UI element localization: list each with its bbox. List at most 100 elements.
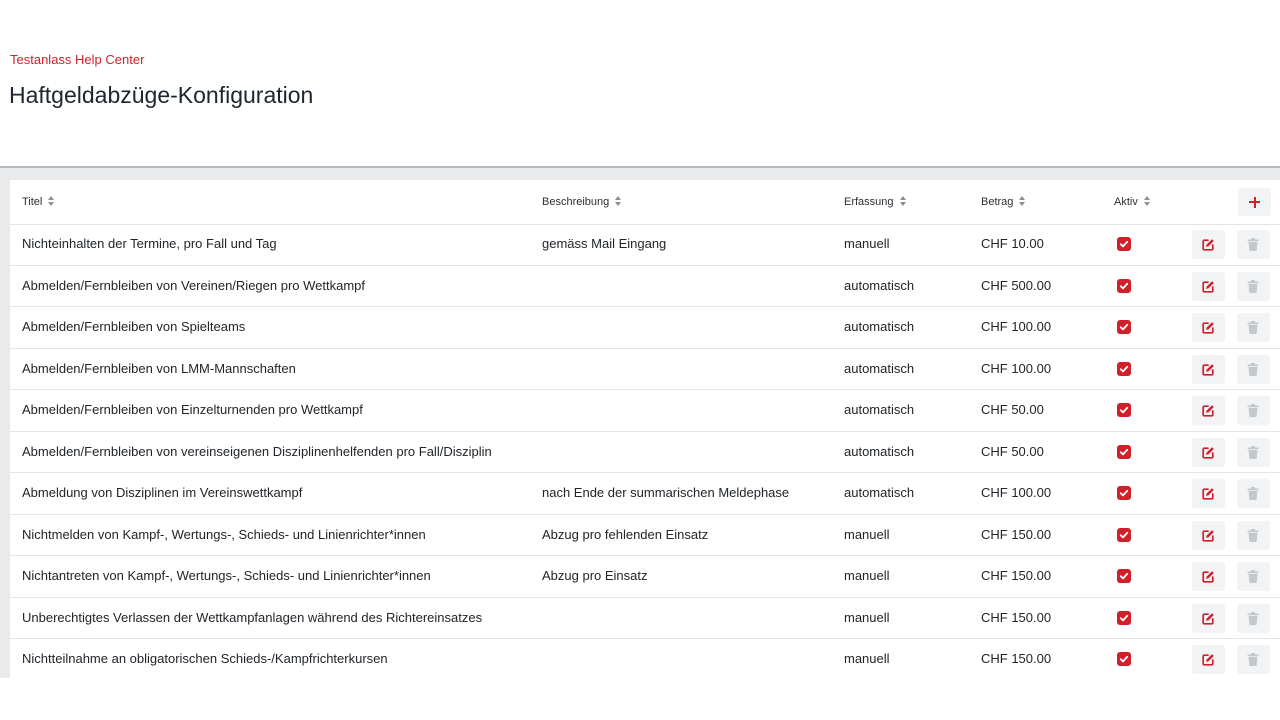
cell-betrag: CHF 150.00 — [981, 609, 1052, 625]
cell-beschreibung: gemäss Mail Eingang — [542, 236, 667, 251]
delete-button[interactable] — [1237, 271, 1270, 301]
content-background-left — [0, 180, 10, 678]
edit-button[interactable] — [1192, 313, 1225, 342]
cell-erfassung: manuell — [844, 568, 890, 583]
delete-button[interactable] — [1237, 230, 1270, 259]
cell-erfassung: automatisch — [844, 402, 915, 417]
sort-icon[interactable] — [899, 196, 907, 206]
column-header-erfassung[interactable]: Erfassung — [844, 180, 907, 224]
page-header: Testanlass Help Center Haftgeldabzüge-Ko… — [0, 0, 1280, 166]
cell-titel: Nichtteilnahme an obligatorischen Schied… — [22, 651, 388, 666]
table-row: Nichtantreten von Kampf-, Wertungs-, Sch… — [10, 556, 1280, 598]
cell-betrag: CHF 100.00 — [981, 319, 1052, 334]
cell-erfassung: automatisch — [844, 485, 915, 500]
cell-erfassung: automatisch — [844, 277, 915, 293]
cell-titel: Abmelden/Fernbleiben von LMM-Mannschafte… — [22, 360, 296, 376]
column-label: Betrag — [981, 196, 1014, 208]
aktiv-checkbox[interactable] — [1117, 320, 1131, 334]
breadcrumb[interactable]: Testanlass Help Center — [10, 52, 144, 67]
cell-erfassung: manuell — [844, 609, 890, 625]
aktiv-checkbox[interactable] — [1117, 527, 1131, 542]
cell-erfassung: manuell — [844, 236, 890, 251]
column-label: Erfassung — [844, 196, 894, 208]
cell-betrag: CHF 150.00 — [981, 651, 1052, 666]
cell-erfassung: manuell — [844, 651, 890, 666]
table-row: Unberechtigtes Verlassen der Wettkampfan… — [10, 598, 1280, 639]
delete-button[interactable] — [1237, 479, 1270, 508]
edit-button[interactable] — [1192, 271, 1225, 301]
cell-titel: Abmelden/Fernbleiben von Spielteams — [22, 319, 246, 334]
config-table: Titel Beschreibung Erfassung Betrag Akti… — [10, 180, 1280, 678]
cell-titel: Nichteinhalten der Termine, pro Fall und… — [22, 236, 277, 251]
cell-titel: Nichtmelden von Kampf-, Wertungs-, Schie… — [22, 526, 426, 542]
cell-betrag: CHF 10.00 — [981, 236, 1044, 251]
cell-beschreibung: nach Ende der summarischen Meldephase — [542, 485, 790, 500]
cell-betrag: CHF 500.00 — [981, 277, 1052, 293]
edit-button[interactable] — [1192, 396, 1225, 425]
cell-betrag: CHF 50.00 — [981, 443, 1044, 459]
cell-betrag: CHF 100.00 — [981, 360, 1052, 376]
cell-beschreibung: Abzug pro Einsatz — [542, 568, 648, 583]
table-row: Abmelden/Fernbleiben von Einzelturnenden… — [10, 390, 1280, 432]
delete-button[interactable] — [1237, 520, 1270, 550]
delete-button[interactable] — [1237, 603, 1270, 633]
aktiv-checkbox[interactable] — [1117, 486, 1131, 500]
sort-icon[interactable] — [48, 196, 55, 206]
cell-titel: Abmelden/Fernbleiben von vereinseigenen … — [22, 443, 492, 459]
aktiv-checkbox[interactable] — [1117, 610, 1131, 625]
aktiv-checkbox[interactable] — [1117, 237, 1131, 251]
content-background — [0, 168, 1280, 180]
column-label: Beschreibung — [542, 196, 610, 208]
table-row: Abmelden/Fernbleiben von vereinseigenen … — [10, 432, 1280, 473]
aktiv-checkbox[interactable] — [1117, 403, 1131, 417]
page-title: Haftgeldabzüge-Konfiguration — [9, 82, 314, 108]
cell-erfassung: automatisch — [844, 360, 915, 376]
column-header-beschreibung[interactable]: Beschreibung — [542, 180, 622, 224]
edit-button[interactable] — [1192, 479, 1225, 508]
column-label: Titel — [22, 196, 43, 208]
edit-button[interactable] — [1192, 603, 1225, 633]
aktiv-checkbox[interactable] — [1117, 569, 1131, 583]
delete-button[interactable] — [1237, 396, 1270, 425]
plus-icon-stroke — [1253, 196, 1256, 208]
sort-icon[interactable] — [615, 196, 622, 206]
cell-titel: Abmelden/Fernbleiben von Einzelturnenden… — [22, 402, 363, 417]
cell-erfassung: automatisch — [844, 443, 915, 459]
aktiv-checkbox[interactable] — [1117, 278, 1131, 293]
delete-button[interactable] — [1237, 645, 1270, 674]
column-header-aktiv[interactable]: Aktiv — [1114, 180, 1151, 224]
delete-button[interactable] — [1237, 437, 1270, 467]
aktiv-checkbox[interactable] — [1117, 652, 1131, 666]
table-row: Abmelden/Fernbleiben von Spielteams autom… — [10, 307, 1280, 349]
edit-button[interactable] — [1192, 354, 1225, 384]
edit-button[interactable] — [1192, 230, 1225, 259]
delete-button[interactable] — [1237, 562, 1270, 591]
cell-betrag: CHF 50.00 — [981, 402, 1044, 417]
table-row: Nichteinhalten der Termine, pro Fall und… — [10, 224, 1280, 266]
table-row: Nichtmelden von Kampf-, Wertungs-, Schie… — [10, 515, 1280, 556]
delete-button[interactable] — [1237, 354, 1270, 384]
cell-titel: Abmelden/Fernbleiben von Vereinen/Riegen… — [22, 277, 366, 293]
table-row: Abmelden/Fernbleiben von Vereinen/Riegen… — [10, 266, 1280, 307]
cell-betrag: CHF 150.00 — [981, 526, 1052, 542]
edit-button[interactable] — [1192, 645, 1225, 674]
delete-button[interactable] — [1237, 313, 1270, 342]
cell-erfassung: automatisch — [844, 319, 915, 334]
aktiv-checkbox[interactable] — [1117, 444, 1131, 459]
sort-icon[interactable] — [1019, 196, 1026, 206]
sort-icon[interactable] — [1143, 196, 1151, 206]
aktiv-checkbox[interactable] — [1117, 361, 1131, 376]
edit-button[interactable] — [1192, 562, 1225, 591]
table-row: Nichtteilnahme an obligatorischen Schied… — [10, 639, 1280, 678]
cell-titel: Unberechtigtes Verlassen der Wettkampfan… — [22, 609, 483, 625]
add-button[interactable] — [1238, 188, 1271, 216]
table-row: Abmeldung von Disziplinen im Vereinswett… — [10, 473, 1280, 515]
edit-button[interactable] — [1192, 520, 1225, 550]
column-label: Aktiv — [1114, 196, 1138, 208]
column-header-titel[interactable]: Titel — [22, 180, 55, 224]
cell-titel: Nichtantreten von Kampf-, Wertungs-, Sch… — [22, 568, 431, 583]
column-header-betrag[interactable]: Betrag — [981, 180, 1026, 224]
cell-erfassung: manuell — [844, 526, 890, 542]
table-header: Titel Beschreibung Erfassung Betrag Akti… — [10, 180, 1280, 225]
edit-button[interactable] — [1192, 437, 1225, 467]
